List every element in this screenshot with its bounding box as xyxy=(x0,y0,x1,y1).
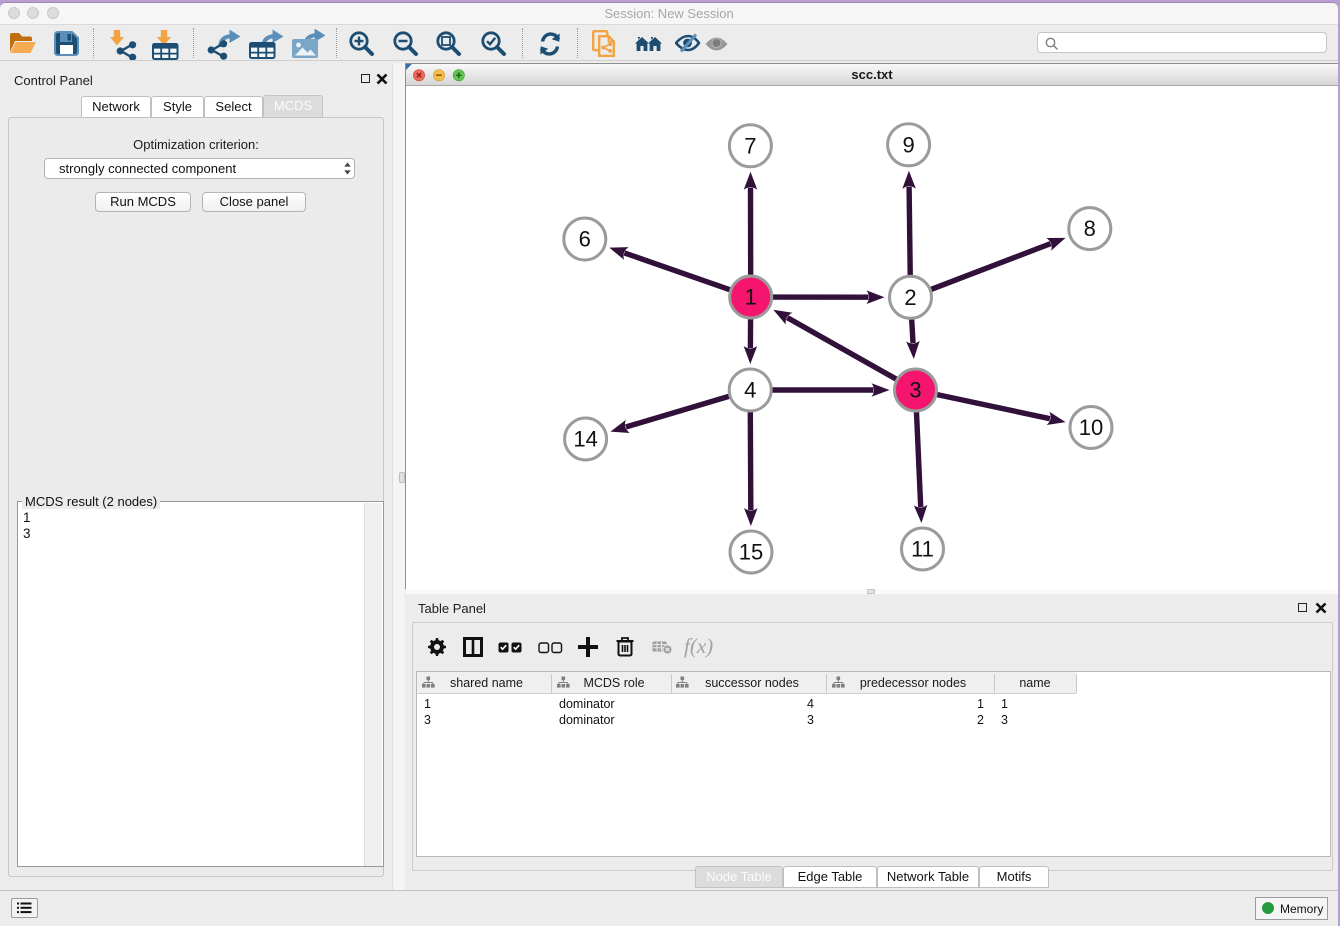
svg-text:9: 9 xyxy=(902,132,914,157)
svg-text:4: 4 xyxy=(744,378,756,403)
svg-text:1: 1 xyxy=(745,285,757,310)
svg-text:2: 2 xyxy=(904,285,916,310)
svg-text:15: 15 xyxy=(739,540,763,565)
svg-text:10: 10 xyxy=(1079,415,1103,440)
svg-text:7: 7 xyxy=(744,133,756,158)
svg-text:3: 3 xyxy=(909,378,921,403)
svg-text:14: 14 xyxy=(573,427,597,452)
svg-text:8: 8 xyxy=(1084,216,1096,241)
svg-text:6: 6 xyxy=(579,227,591,252)
svg-text:11: 11 xyxy=(911,537,934,562)
